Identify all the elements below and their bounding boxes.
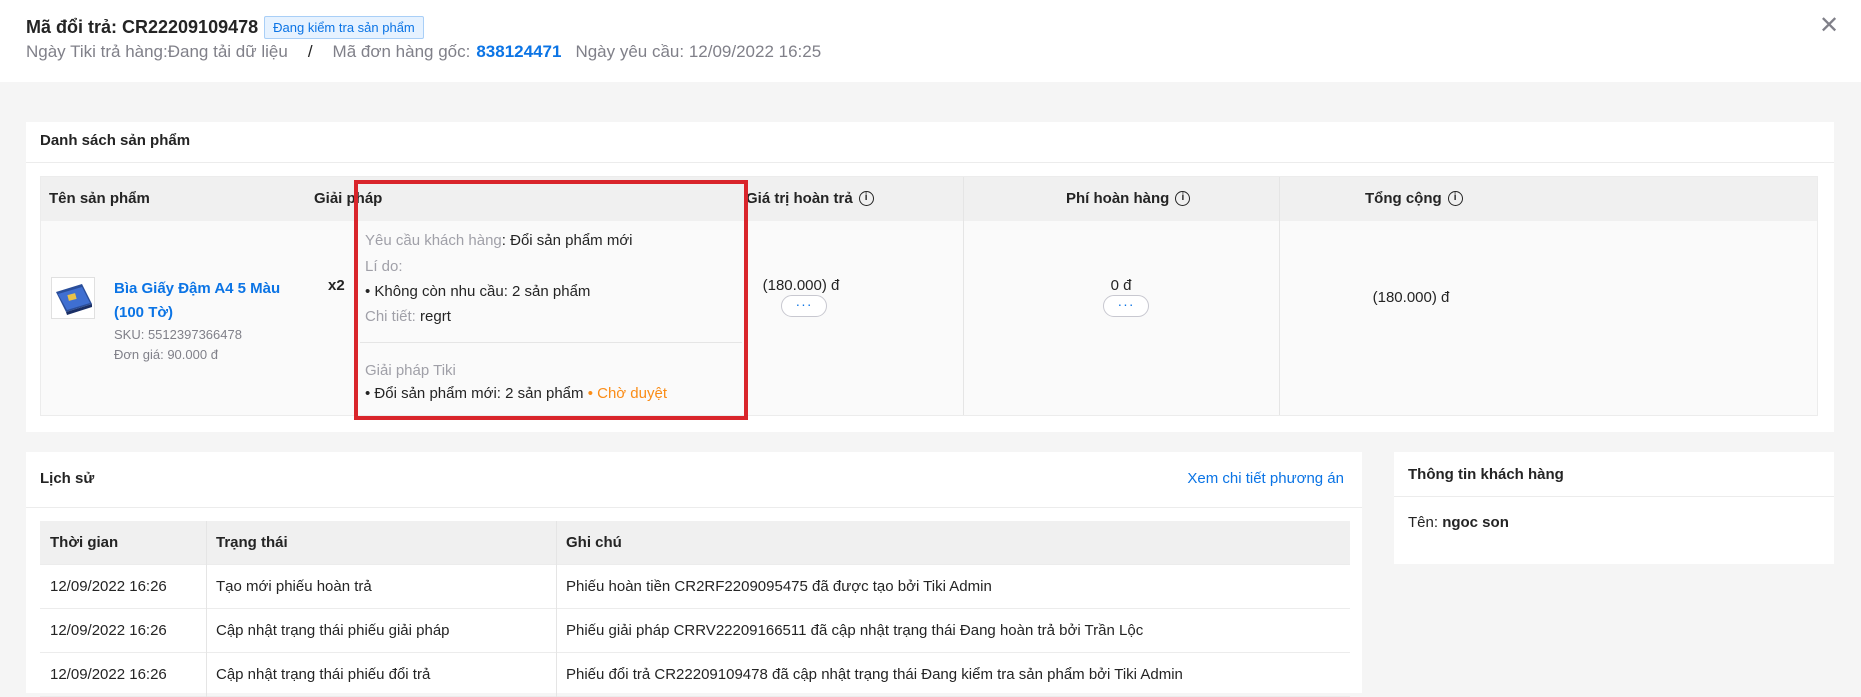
close-icon[interactable]: ✕ — [1817, 14, 1841, 38]
column-divider — [206, 565, 207, 609]
tiki-solution-value: • Đổi sản phẩm mới: 2 sản phẩm — [365, 385, 584, 402]
divider — [26, 507, 1362, 508]
customer-name-label: Tên: — [1408, 514, 1439, 531]
product-sku: SKU: 5512397366478 — [114, 327, 242, 342]
return-date-value: Đang tải dữ liệu — [167, 42, 288, 61]
table-row: 12/09/2022 16:26 Cập nhật trạng thái phi… — [40, 609, 1350, 653]
status-badge: Đang kiểm tra sản phẩm — [264, 16, 424, 39]
column-divider — [206, 609, 207, 653]
column-divider — [206, 521, 207, 565]
customer-name-value: ngoc son — [1442, 514, 1509, 531]
detail-value: regrt — [420, 308, 451, 325]
history-table: Thời gian Trạng thái Ghi chú 12/09/2022 … — [40, 521, 1350, 697]
return-date-label: Ngày Tiki trả hàng: — [26, 42, 168, 61]
product-unit-price: Đơn giá: 90.000 đ — [114, 347, 218, 362]
separator: / — [307, 42, 313, 61]
row-note: Phiếu đổi trả CR22209109478 đã cập nhật … — [566, 666, 1183, 683]
info-icon[interactable]: i — [1175, 191, 1191, 206]
column-divider — [556, 521, 557, 565]
customer-info-card: Thông tin khách hàng Tên: ngoc son — [1394, 452, 1834, 564]
title-row: Mã đổi trả: CR22209109478 Đang kiểm tra … — [26, 16, 424, 39]
header-meta: Ngày Tiki trả hàng: Đang tải dữ liệu / M… — [26, 42, 821, 62]
product-thumbnail[interactable] — [51, 277, 95, 319]
order-label: Mã đơn hàng gốc: — [332, 42, 471, 61]
row-status: Tạo mới phiếu hoàn trả — [216, 578, 372, 595]
column-divider — [556, 565, 557, 609]
reason-value: • Không còn nhu cầu: 2 sản phẩm — [365, 283, 591, 300]
customer-request: Yêu cầu khách hàng: Đổi sản phẩm mới — [365, 232, 633, 249]
total-value: (180.000) đ — [1372, 289, 1450, 306]
view-plan-detail-link[interactable]: Xem chi tiết phương án — [1187, 470, 1344, 487]
customer-name: Tên: ngoc son — [1408, 514, 1509, 531]
col-total-label: Tổng cộng — [1365, 190, 1442, 207]
info-icon[interactable]: i — [1447, 191, 1463, 206]
tiki-solution: • Đổi sản phẩm mới: 2 sản phẩm • Chờ duy… — [365, 385, 667, 402]
table-row: 12/09/2022 16:26 Cập nhật trạng thái phi… — [40, 653, 1350, 697]
column-divider — [963, 177, 964, 415]
col-return-fee: Phí hoàn hàng i — [1066, 190, 1191, 207]
product-name-link[interactable]: Bìa Giấy Đậm A4 5 Màu (100 Tờ) — [114, 277, 294, 325]
return-fee: 0 đ — [1110, 277, 1132, 294]
row-time: 12/09/2022 16:26 — [50, 666, 167, 683]
product-list-card: Danh sách sản phẩm Tên sản phẩm Giải phá… — [26, 122, 1834, 432]
col-product-name: Tên sản phẩm — [49, 190, 150, 207]
customer-request-label: Yêu cầu khách hàng — [365, 232, 502, 249]
product-table-header: Tên sản phẩm Giải pháp Giá trị hoàn trả i… — [41, 177, 1817, 221]
page-header: Mã đổi trả: CR22209109478 Đang kiểm tra … — [0, 0, 1861, 82]
column-divider — [1279, 177, 1280, 415]
fee-more-button[interactable]: ··· — [1103, 295, 1149, 317]
solution-highlight-frame — [354, 180, 748, 420]
col-total: Tổng cộng i — [1365, 190, 1463, 207]
solution-divider — [360, 342, 742, 343]
col-time: Thời gian — [50, 534, 119, 551]
column-divider — [556, 653, 557, 697]
history-title: Lịch sử — [40, 470, 95, 487]
product-quantity: x2 — [328, 277, 345, 294]
detail-label: Chi tiết: — [365, 308, 416, 325]
order-link[interactable]: 838124471 — [476, 42, 561, 62]
divider — [1394, 496, 1834, 497]
tiki-solution-label: Giải pháp Tiki — [365, 362, 456, 379]
col-product-name-label: Tên sản phẩm — [49, 190, 150, 207]
product-list-title: Danh sách sản phẩm — [40, 132, 191, 149]
tiki-solution-status: • Chờ duyệt — [587, 385, 667, 402]
col-return-fee-label: Phí hoàn hàng — [1066, 190, 1170, 207]
history-card: Lịch sử Xem chi tiết phương án Thời gian… — [26, 452, 1362, 697]
row-time: 12/09/2022 16:26 — [50, 622, 167, 639]
col-status: Trạng thái — [216, 534, 288, 551]
refund-more-button[interactable]: ··· — [781, 295, 827, 317]
product-image-icon — [56, 284, 92, 315]
customer-request-value: : Đổi sản phẩm mới — [501, 232, 633, 249]
refund-value: (180.000) đ — [762, 277, 840, 294]
col-refund-value: Giá trị hoàn trả i — [746, 190, 874, 207]
customer-info-title: Thông tin khách hàng — [1408, 466, 1564, 483]
col-note: Ghi chú — [566, 534, 622, 551]
page-title: Mã đổi trả: CR22209109478 — [26, 17, 259, 37]
reason-label: Lí do: — [365, 258, 403, 275]
column-divider — [556, 609, 557, 653]
col-refund-value-label: Giá trị hoàn trả — [746, 190, 853, 207]
product-table: Tên sản phẩm Giải pháp Giá trị hoàn trả i… — [40, 176, 1818, 416]
request-date: Ngày yêu cầu: 12/09/2022 16:25 — [575, 42, 822, 61]
history-table-header: Thời gian Trạng thái Ghi chú — [40, 521, 1350, 565]
divider — [26, 162, 1834, 163]
row-note: Phiếu giải pháp CRRV22209166511 đã cập n… — [566, 622, 1144, 639]
info-icon[interactable]: i — [858, 191, 874, 206]
row-note: Phiếu hoàn tiền CR2RF2209095475 đã được … — [566, 578, 992, 595]
column-divider — [206, 653, 207, 697]
row-status: Cập nhật trạng thái phiếu giải pháp — [216, 622, 450, 639]
detail: Chi tiết: regrt — [365, 308, 451, 325]
row-time: 12/09/2022 16:26 — [50, 578, 167, 595]
row-status: Cập nhật trạng thái phiếu đổi trả — [216, 666, 431, 683]
table-row: 12/09/2022 16:26 Tạo mới phiếu hoàn trả … — [40, 565, 1350, 609]
